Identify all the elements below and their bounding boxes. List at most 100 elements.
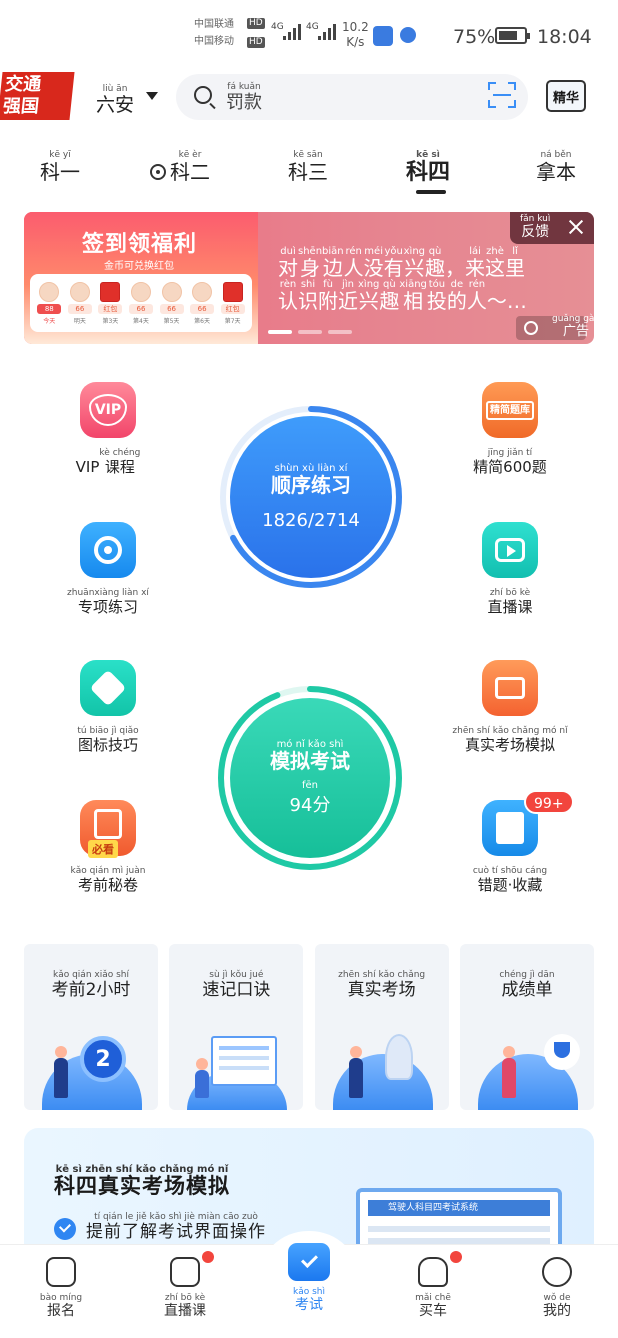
slogan-char: qù 趣 bbox=[425, 246, 446, 280]
live-course-label: zhí bō kè 直播课 bbox=[487, 588, 533, 616]
slogan-char: ， bbox=[445, 256, 466, 280]
checkin-day: 红包 第3天 bbox=[95, 281, 125, 325]
scan-icon[interactable] bbox=[488, 82, 516, 108]
hd-badge-1: HD bbox=[247, 18, 265, 29]
city-selector[interactable]: liù ān 六安 bbox=[96, 84, 134, 116]
checkin-panel: 签到领福利 金币可兑换红包 88 今天 66 明天 红包 第3天 66 第4天 66 第5天 66 第… bbox=[24, 212, 258, 344]
nav-profile[interactable]: wǒ de 我的 bbox=[512, 1257, 602, 1319]
car-icon bbox=[418, 1257, 448, 1287]
slogan-char: rèn 认 bbox=[278, 279, 298, 313]
slogan-char: de 的 bbox=[446, 279, 467, 313]
highlights-tv-button[interactable]: 精华 bbox=[546, 80, 586, 112]
card-real-exam-room[interactable]: zhēn shí kǎo chǎng 真实考场 bbox=[314, 944, 449, 1110]
nav-exam[interactable]: kǎo shì 考试 bbox=[264, 1243, 354, 1313]
nav-buy-car[interactable]: mǎi chē 买车 bbox=[388, 1257, 478, 1319]
slogan-char: xìng 兴 bbox=[403, 246, 426, 280]
slogan-char: lái 来 bbox=[465, 246, 486, 280]
checkin-day: 66 第6天 bbox=[187, 281, 217, 325]
hd-badge-2: HD bbox=[247, 37, 265, 48]
board-illustration bbox=[181, 1030, 291, 1110]
mock-exam-button[interactable]: mó nǐ kǎo shì 模拟考试 fēn 94分 bbox=[230, 698, 390, 858]
checkin-day-reward: 66 bbox=[67, 303, 92, 314]
exam-folder-icon bbox=[288, 1243, 330, 1281]
checkin-day-reward: 66 bbox=[128, 303, 153, 314]
nav-register[interactable]: bào míng 报名 bbox=[16, 1257, 106, 1319]
status-bar: 中国联通 中国移动 HD HD 4G 4G 10.2 K/s 75% 18:04 bbox=[0, 0, 618, 72]
sign-tips-entry[interactable]: tú biāo jì qiǎo 图标技巧 bbox=[38, 660, 178, 754]
caret-down-icon[interactable] bbox=[146, 92, 158, 100]
card-mnemonics[interactable]: sù jì kǒu jué 速记口诀 bbox=[169, 944, 304, 1110]
slogan-char: jìn 近 bbox=[338, 279, 358, 313]
topic-practice-label: zhuānxiàng liàn xí 专项练习 bbox=[67, 588, 149, 616]
slogan-char: méi 没 bbox=[363, 246, 384, 280]
checkin-subtitle: 金币可兑换红包 bbox=[104, 261, 174, 272]
coin-icon bbox=[192, 281, 213, 302]
bottom-nav: bào míng 报名 zhí bō kè 直播课 kǎo shì 考试 mǎi ch… bbox=[0, 1231, 618, 1338]
mock-exam-score: 94分 bbox=[289, 795, 331, 816]
feedback-button[interactable]: fǎn kuì 反馈 bbox=[510, 212, 594, 244]
coin-icon bbox=[161, 281, 182, 302]
battery-percent: 75% bbox=[453, 26, 496, 48]
battery-icon bbox=[495, 27, 530, 44]
checkin-day-label: 第7天 bbox=[224, 317, 241, 325]
slogan-char: qù 趣 bbox=[379, 279, 400, 313]
monitor-icon bbox=[482, 660, 538, 716]
sequential-practice-button[interactable]: shùn xù liàn xí 顺序练习 1826/2714 bbox=[230, 416, 392, 578]
checkin-day-label: 明天 bbox=[73, 317, 86, 325]
promo-banner[interactable]: 签到领福利 金币可兑换红包 88 今天 66 明天 红包 第3天 66 第4天 66 第5天 66 第… bbox=[24, 212, 594, 344]
nav-live-course[interactable]: zhí bō kè 直播课 bbox=[140, 1257, 230, 1319]
real-exam-sim-entry[interactable]: zhēn shí kǎo chǎng mó nǐ 真实考场模拟 bbox=[440, 660, 580, 754]
card-2hours-before-exam[interactable]: kǎo qián xiǎo shí 考前2小时 2 bbox=[24, 944, 158, 1110]
vip-icon: VIP bbox=[80, 382, 136, 438]
real-exam-sim-label: zhēn shí kǎo chǎng mó nǐ 真实考场模拟 bbox=[452, 726, 568, 754]
coin-icon bbox=[39, 281, 60, 302]
road-sign-icon bbox=[80, 660, 136, 716]
close-icon[interactable] bbox=[568, 219, 584, 235]
active-tab-indicator bbox=[416, 190, 446, 194]
tab-subject-2[interactable]: kē èr 科二 bbox=[150, 150, 210, 183]
promo-subtitle: tí qián le jiě kǎo shì jiè miàn cāo zuò … bbox=[86, 1212, 266, 1242]
carousel-dots bbox=[268, 330, 352, 334]
pre-exam-secret-label: kǎo qián mì juàn 考前秘卷 bbox=[70, 866, 146, 894]
slogan-char: xiāng 相 bbox=[399, 279, 427, 313]
slogan-char: yǒu 有 bbox=[383, 246, 404, 280]
checkin-title: 签到领福利 bbox=[82, 232, 198, 257]
carrier-labels: 中国联通 中国移动 bbox=[194, 18, 234, 48]
checkin-day-label: 第5天 bbox=[163, 317, 180, 325]
notification-app-icon bbox=[373, 26, 393, 46]
search-icon bbox=[194, 86, 212, 104]
notification-badge: 99+ bbox=[524, 790, 574, 814]
tab-subject-4[interactable]: kē sì 科四 bbox=[406, 150, 450, 185]
slogan-char: shēn 身 bbox=[298, 246, 323, 280]
tab-subject-3[interactable]: kē sān 科三 bbox=[288, 150, 328, 183]
topic-practice-entry[interactable]: zhuānxiàng liàn xí 专项练习 bbox=[38, 522, 178, 616]
sign-tips-label: tú biāo jì qiǎo 图标技巧 bbox=[77, 726, 139, 754]
coin-icon bbox=[130, 281, 151, 302]
slogan-char: zhè 这 bbox=[485, 246, 506, 280]
pre-exam-secret-entry[interactable]: 必看 kǎo qián mì juàn 考前秘卷 bbox=[38, 800, 178, 894]
slogan-char: duì 对 bbox=[278, 246, 298, 280]
tv-play-icon bbox=[170, 1257, 200, 1287]
tab-subject-1[interactable]: kē yī 科一 bbox=[40, 150, 80, 183]
wrong-questions-entry[interactable]: cuò tí shōu cáng 错题·收藏 bbox=[440, 800, 580, 894]
simplified-600-entry[interactable]: 精简题库 jīng jiǎn tí 精简600题 bbox=[440, 382, 580, 476]
clock: 18:04 bbox=[537, 26, 592, 48]
form-icon bbox=[46, 1257, 76, 1287]
app-logo[interactable]: 交通 强国 bbox=[0, 72, 75, 120]
checkin-day-label: 第4天 bbox=[133, 317, 149, 325]
slogan-char: shi 识 bbox=[298, 279, 318, 313]
vip-course-entry[interactable]: VIP VIP kè chéng 课程 bbox=[38, 382, 178, 476]
red-envelope-icon bbox=[100, 281, 121, 302]
slogan-char: ～… bbox=[486, 289, 527, 313]
checkin-day: 红包 第7天 bbox=[218, 281, 248, 325]
card-score-report[interactable]: chéng jì dān 成绩单 bbox=[459, 944, 594, 1110]
tab-get-license[interactable]: ná běn 拿本 bbox=[536, 150, 576, 183]
live-course-entry[interactable]: zhí bō kè 直播课 bbox=[440, 522, 580, 616]
checkin-day: 66 明天 bbox=[65, 281, 95, 325]
signal-icon-2 bbox=[318, 24, 336, 40]
check-circle-icon bbox=[54, 1218, 76, 1240]
slogan-char: xìng 兴 bbox=[358, 279, 380, 313]
wrong-questions-label: cuò tí shōu cáng 错题·收藏 bbox=[472, 866, 548, 894]
search-placeholder: fá kuǎn 罚款 bbox=[226, 82, 262, 113]
practice-progress-text: 1826/2714 bbox=[262, 510, 360, 531]
